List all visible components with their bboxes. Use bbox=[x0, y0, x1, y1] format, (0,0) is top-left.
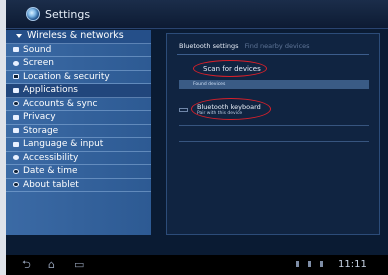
sidebar-item-label: Date & time bbox=[23, 166, 78, 176]
red-annotation-ellipse bbox=[193, 60, 267, 77]
tablet-screen: Settings Wireless & networks Sound Scree… bbox=[6, 0, 388, 275]
back-icon[interactable]: ⮌ bbox=[22, 259, 31, 271]
sidebar-item-label: Storage bbox=[23, 125, 59, 136]
notification-icon bbox=[308, 261, 311, 267]
sidebar-item-label: Accessibility bbox=[23, 152, 79, 163]
sidebar-item-location-security[interactable]: Location & security bbox=[6, 71, 151, 84]
sidebar-item-wireless-networks[interactable]: Wireless & networks bbox=[6, 30, 151, 44]
settings-app-icon bbox=[26, 7, 40, 21]
notification-icon bbox=[296, 261, 299, 267]
red-annotation-ellipse bbox=[191, 98, 271, 120]
sidebar-item-label: Accounts & sync bbox=[23, 98, 98, 109]
triangle-down-icon bbox=[16, 33, 22, 38]
applications-icon bbox=[13, 87, 19, 93]
settings-sidebar: Wireless & networks Sound Screen Locatio… bbox=[6, 30, 151, 235]
clock: 11:11 bbox=[338, 259, 367, 270]
tab-find-nearby-devices[interactable]: Find nearby devices bbox=[245, 42, 310, 50]
sidebar-item-label: Sound bbox=[23, 44, 52, 55]
sync-icon bbox=[13, 101, 19, 106]
info-icon bbox=[13, 182, 19, 187]
sidebar-item-applications[interactable]: Applications bbox=[6, 84, 151, 98]
list-divider bbox=[179, 141, 369, 142]
found-devices-header: Found devices bbox=[179, 80, 369, 89]
sidebar-item-screen[interactable]: Screen bbox=[6, 57, 151, 71]
sidebar-item-storage[interactable]: Storage bbox=[6, 125, 151, 138]
title-bar: Settings bbox=[6, 0, 388, 29]
system-bar: ⮌ ⌂ ▭ 11:11 bbox=[6, 255, 388, 275]
bluetooth-settings-panel: Bluetooth settings Find nearby devices S… bbox=[166, 33, 380, 235]
keyboard-icon bbox=[13, 141, 19, 147]
sidebar-item-accounts-sync[interactable]: Accounts & sync bbox=[6, 98, 151, 111]
sidebar-item-label: Privacy bbox=[23, 112, 56, 122]
sidebar-item-label: Applications bbox=[23, 85, 78, 95]
sidebar-item-label: Wireless & networks bbox=[27, 30, 124, 41]
sidebar-item-label: Location & security bbox=[23, 71, 110, 82]
sidebar-item-label: About tablet bbox=[23, 179, 79, 190]
privacy-icon bbox=[13, 114, 19, 120]
accessibility-icon bbox=[13, 155, 19, 160]
sidebar-item-date-time[interactable]: Date & time bbox=[6, 165, 151, 179]
sidebar-item-accessibility[interactable]: Accessibility bbox=[6, 152, 151, 165]
sidebar-item-sound[interactable]: Sound bbox=[6, 44, 151, 57]
storage-icon bbox=[13, 128, 19, 133]
speaker-icon bbox=[13, 47, 19, 52]
clock-icon bbox=[13, 168, 19, 174]
sidebar-item-language-input[interactable]: Language & input bbox=[6, 138, 151, 152]
notification-icon bbox=[320, 261, 323, 267]
sidebar-item-privacy[interactable]: Privacy bbox=[6, 111, 151, 125]
screen-icon bbox=[13, 60, 19, 66]
sidebar-item-about-tablet[interactable]: About tablet bbox=[6, 179, 151, 192]
home-icon[interactable]: ⌂ bbox=[48, 259, 55, 271]
app-title: Settings bbox=[45, 8, 91, 21]
sidebar-item-label: Language & input bbox=[23, 139, 104, 149]
recent-apps-icon[interactable]: ▭ bbox=[74, 259, 84, 271]
tab-divider bbox=[177, 54, 369, 55]
lock-icon bbox=[13, 74, 19, 79]
sidebar-item-label: Screen bbox=[23, 58, 54, 68]
keyboard-icon bbox=[179, 108, 188, 112]
tab-bluetooth-settings[interactable]: Bluetooth settings bbox=[179, 42, 239, 50]
panel-tabs: Bluetooth settings Find nearby devices bbox=[179, 42, 310, 50]
list-divider bbox=[179, 125, 369, 126]
